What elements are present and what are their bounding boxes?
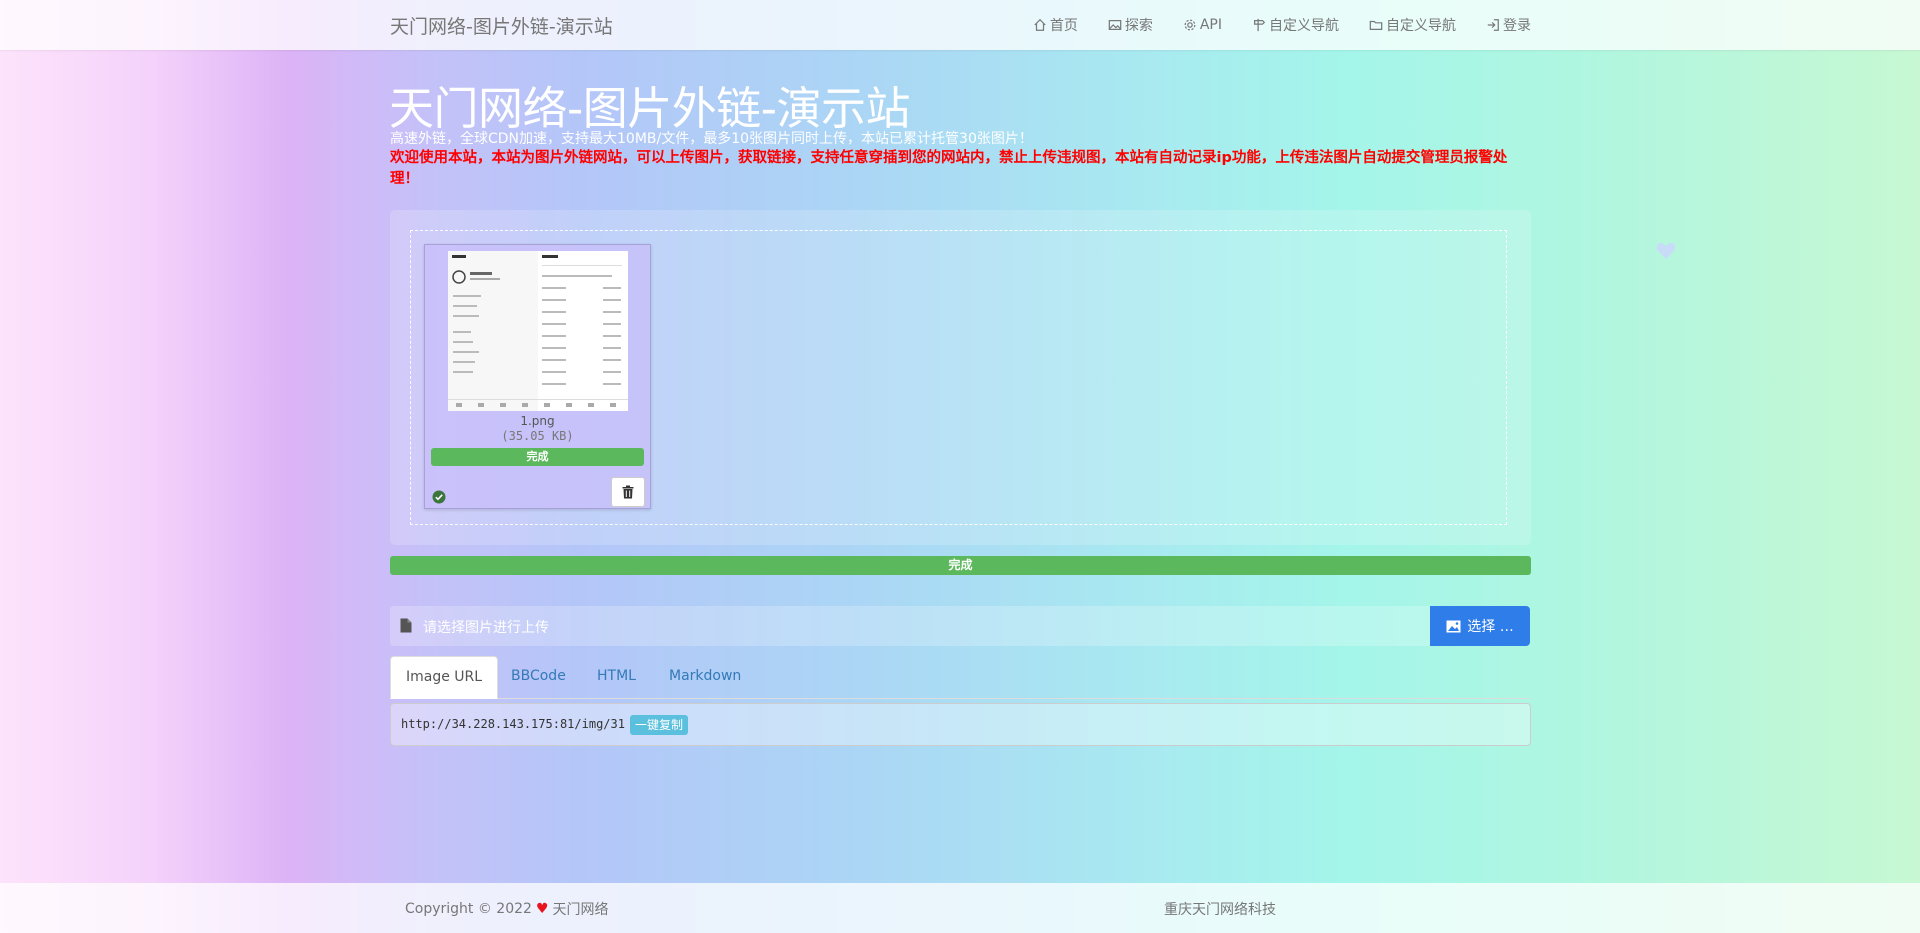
nav-item-label: 自定义导航 — [1269, 18, 1339, 34]
footer-brand-link[interactable]: 天门网络 — [553, 899, 609, 919]
nav-item-label: API — [1199, 17, 1222, 33]
thumbnail-image — [448, 251, 628, 411]
image-thumbnail — [448, 251, 628, 411]
select-file-label: 选择 … — [1467, 619, 1514, 635]
nav-item-label: 自定义导航 — [1386, 18, 1456, 34]
dropzone[interactable]: 1.png (35.05 KB) 完成 — [410, 230, 1507, 525]
file-progress-bar: 完成 — [431, 448, 644, 466]
nav-item-explore[interactable]: 探索 — [1108, 15, 1153, 35]
file-caption-input[interactable]: 请选择图片进行上传 — [390, 606, 1430, 646]
folder-icon — [1369, 20, 1383, 30]
home-icon — [1034, 18, 1046, 31]
link-output-box: http://34.228.143.175:81/img/31 一键复制 — [390, 703, 1531, 746]
heart-icon — [1656, 242, 1676, 264]
trash-icon — [622, 485, 634, 499]
tab-image-url[interactable]: Image URL — [390, 656, 499, 699]
file-size: (35.05 KB) — [501, 429, 574, 443]
tab-html[interactable]: HTML — [597, 656, 636, 697]
file-name: 1.png — [520, 414, 555, 428]
footer-copyright: Copyright © 2022 ♥ 天门网络 — [405, 899, 609, 919]
file-progress-label: 完成 — [526, 450, 549, 463]
image-icon — [1108, 20, 1122, 30]
image-icon — [1446, 620, 1461, 632]
signpost-icon — [1254, 18, 1266, 32]
image-url-text[interactable]: http://34.228.143.175:81/img/31 — [401, 717, 625, 731]
nav-item-home[interactable]: 首页 — [1033, 15, 1078, 35]
select-file-button[interactable]: 选择 … — [1430, 606, 1530, 646]
link-format-tabs: Image URL BBCode HTML Markdown — [390, 656, 1531, 699]
nav-item-custom-nav-2[interactable]: 自定义导航 — [1369, 15, 1456, 35]
file-preview-card: 1.png (35.05 KB) 完成 — [424, 244, 651, 509]
login-icon — [1487, 19, 1499, 31]
upload-panel: 1.png (35.05 KB) 完成 — [390, 210, 1531, 545]
total-progress-bar: 完成 — [390, 556, 1531, 575]
file-icon — [400, 618, 412, 637]
gear-icon — [1184, 19, 1196, 31]
copyright-text: Copyright © 2022 — [405, 901, 532, 917]
page-subtitle: 高速外链，全球CDN加速，支持最大10MB/文件，最多10张图片同时上传，本站已… — [390, 131, 1033, 147]
nav-item-api[interactable]: API — [1183, 15, 1222, 35]
total-progress-label: 完成 — [948, 558, 973, 572]
nav-item-label: 登录 — [1503, 18, 1531, 34]
nav-item-label: 首页 — [1049, 18, 1078, 34]
copy-button[interactable]: 一键复制 — [630, 715, 689, 735]
nav-item-login[interactable]: 登录 — [1486, 15, 1531, 35]
check-circle-icon — [432, 489, 446, 504]
tab-bbcode[interactable]: BBCode — [511, 656, 566, 697]
nav-menu: 首页 探索 API 自定义导航 自定义导航 登录 — [1003, 15, 1531, 35]
delete-file-button[interactable] — [611, 477, 645, 507]
nav-item-label: 探索 — [1124, 18, 1153, 34]
footer-company: 重庆天门网络科技 — [1164, 902, 1276, 918]
tab-markdown[interactable]: Markdown — [669, 656, 741, 697]
heart-icon: ♥ — [535, 901, 549, 917]
nav-item-custom-nav-1[interactable]: 自定义导航 — [1252, 15, 1339, 35]
navbar: 天门网络-图片外链-演示站 首页 探索 API 自定义导航 自定义导航 登录 — [0, 0, 1920, 50]
navbar-brand[interactable]: 天门网络-图片外链-演示站 — [390, 12, 613, 39]
warning-notice: 欢迎使用本站，本站为图片外链网站，可以上传图片，获取链接，支持任意穿插到您的网站… — [390, 150, 1508, 187]
file-input-placeholder: 请选择图片进行上传 — [423, 620, 549, 636]
footer: Copyright © 2022 ♥ 天门网络 重庆天门网络科技 — [0, 883, 1920, 933]
